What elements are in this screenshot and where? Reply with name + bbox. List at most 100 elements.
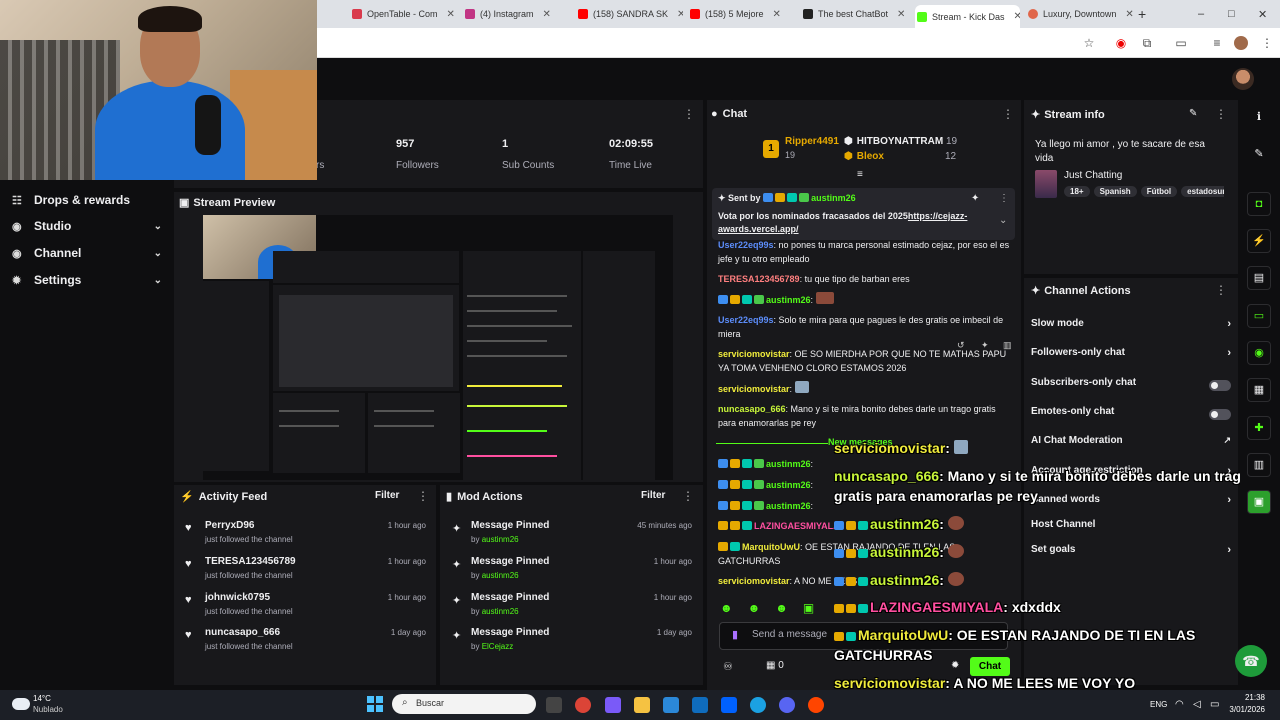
mod-user[interactable]: austinm26 — [482, 571, 519, 580]
close-icon[interactable]: ✕ — [543, 9, 551, 20]
chat-username[interactable]: serviciomovistar — [718, 349, 790, 359]
document-icon[interactable]: ▤ — [1247, 266, 1271, 290]
copilot-icon[interactable] — [605, 697, 621, 713]
follower-name[interactable]: johnwick0795 — [205, 592, 270, 603]
mod-user[interactable]: austinm26 — [482, 535, 519, 544]
broadcast-icon[interactable]: ◉ — [1247, 341, 1271, 365]
more-options-icon[interactable]: ⋮ — [1215, 107, 1227, 121]
cast-icon[interactable]: ▭ — [1174, 36, 1188, 50]
clock-time[interactable]: 21:38 — [1229, 693, 1265, 702]
edge-icon[interactable] — [750, 697, 766, 713]
language-indicator[interactable]: ENG — [1150, 700, 1167, 709]
emotes-only-action[interactable]: Emotes-only chat — [1031, 406, 1231, 422]
mic-icon[interactable]: ▮ — [732, 628, 738, 641]
tab-instagram[interactable]: (4) Instagram ✕ — [465, 5, 570, 23]
more-options-icon[interactable]: ⋮ — [417, 489, 429, 503]
emote-shortcuts[interactable]: ☻☻☻▣ — [720, 601, 829, 615]
edit-icon[interactable]: ✎ — [1189, 108, 1197, 119]
followers-only-action[interactable]: Followers-only chat › — [1031, 347, 1231, 363]
clock-date[interactable]: 3/01/2026 — [1225, 705, 1265, 714]
close-icon[interactable]: ✕ — [677, 9, 683, 20]
outlook-icon[interactable] — [692, 697, 708, 713]
tab-youtube-2[interactable]: (158) 5 Mejore ✕ — [690, 5, 795, 23]
tag[interactable]: estadosun — [1181, 186, 1224, 197]
chevron-down-icon[interactable]: ⌄ — [999, 215, 1007, 226]
dropbox-icon[interactable] — [721, 697, 737, 713]
tab-youtube-1[interactable]: (158) SANDRA SK ✕ — [578, 5, 683, 23]
more-options-icon[interactable]: ⋮ — [682, 489, 694, 503]
edit-icon[interactable]: ✎ — [1247, 143, 1271, 167]
more-options-icon[interactable]: ⋮ — [999, 193, 1009, 204]
points-icon[interactable]: ♾ — [723, 660, 733, 673]
chat-username[interactable]: austinm26 — [766, 480, 811, 490]
minimize-button[interactable]: – — [1198, 5, 1210, 23]
brave-icon[interactable] — [808, 697, 824, 713]
chat-username[interactable]: nuncasapo_666 — [718, 404, 786, 414]
unpin-icon[interactable]: ✦ — [971, 193, 979, 204]
more-options-icon[interactable]: ⋮ — [1002, 107, 1014, 121]
volume-icon[interactable]: ◁ — [1193, 699, 1201, 710]
more-options-icon[interactable]: ⋮ — [683, 107, 695, 121]
third-gifter[interactable]: ⬢ Bleox 12 — [844, 151, 956, 162]
sidebar-item-drops[interactable]: ☷ Drops & rewards — [12, 190, 162, 210]
follower-name[interactable]: PerryxD96 — [205, 520, 254, 531]
pinned-user[interactable]: austinm26 — [811, 193, 856, 203]
file-explorer-icon[interactable] — [634, 697, 650, 713]
opera-icon[interactable]: ◉ — [1114, 36, 1128, 50]
maximize-button[interactable]: □ — [1228, 5, 1240, 23]
wrench-icon[interactable]: ✚ — [1247, 416, 1271, 440]
chat-username[interactable]: austinm26 — [766, 501, 811, 511]
camera-icon[interactable]: ◘ — [1247, 192, 1271, 216]
store-icon[interactable] — [663, 697, 679, 713]
mod-user[interactable]: ElCejazz — [482, 642, 514, 651]
stream-preview-video[interactable] — [203, 215, 673, 480]
close-window-button[interactable]: ✕ — [1258, 5, 1270, 23]
sidebar-item-settings[interactable]: ✹ Settings ⌄ — [12, 270, 162, 290]
follower-name[interactable]: nuncasapo_666 — [205, 627, 280, 638]
more-options-icon[interactable]: ⋮ — [1215, 283, 1227, 297]
taskbar-search[interactable] — [392, 694, 536, 714]
slow-mode-action[interactable]: Slow mode › — [1031, 318, 1231, 334]
collapse-icon[interactable]: ≡ — [857, 169, 863, 180]
tag[interactable]: 18+ — [1064, 186, 1090, 197]
menu-icon[interactable]: ⋮ — [1260, 36, 1274, 50]
chat-username[interactable]: User22eq99s — [718, 240, 774, 250]
tag[interactable]: Spanish — [1093, 186, 1137, 197]
support-button[interactable]: ☎ — [1235, 645, 1267, 677]
avatar[interactable] — [1232, 68, 1254, 90]
task-view-icon[interactable] — [546, 697, 562, 713]
new-tab-button[interactable]: + — [1138, 5, 1152, 23]
discord-icon[interactable] — [779, 697, 795, 713]
chat-username[interactable]: TERESA123456789 — [718, 274, 800, 284]
mod-user[interactable]: austinm26 — [482, 607, 519, 616]
bolt-icon[interactable]: ⚡ — [1247, 229, 1271, 253]
second-gifter[interactable]: ⬢ HITBOYNATTRAM 19 — [844, 136, 957, 147]
layout-icon[interactable]: ▦ — [1247, 378, 1271, 402]
subscribers-only-toggle[interactable] — [1209, 380, 1231, 391]
chat-username[interactable]: MarquitoUwU — [742, 542, 800, 552]
sidebar-item-channel[interactable]: ◉ Channel ⌄ — [12, 243, 162, 263]
extensions-icon[interactable]: ⧉ — [1140, 36, 1154, 50]
tab-opentable[interactable]: OpenTable - Com ✕ — [352, 5, 460, 23]
tab-luxury[interactable]: Luxury, Downtown ✕ — [1028, 5, 1136, 23]
chat-username[interactable]: User22eq99s — [718, 315, 774, 325]
chat-username[interactable]: LAZINGAESMIYALA — [754, 521, 840, 531]
apps-icon[interactable]: ▣ — [1247, 490, 1271, 514]
chat-username[interactable]: serviciomovistar — [718, 384, 790, 394]
chat-username[interactable]: austinm26 — [766, 459, 811, 469]
chat-username[interactable]: austinm26 — [766, 295, 811, 305]
close-icon[interactable]: ✕ — [447, 9, 455, 20]
info-icon[interactable]: ℹ — [1247, 106, 1271, 130]
subscribers-only-action[interactable]: Subscribers-only chat — [1031, 377, 1231, 393]
activity-filter-button[interactable]: Filter — [375, 490, 399, 501]
close-icon[interactable]: ✕ — [1125, 9, 1133, 20]
wifi-icon[interactable]: ◠ — [1175, 699, 1184, 710]
battery-icon[interactable]: ▭ — [1210, 699, 1219, 710]
chart-icon[interactable]: ▥ — [1247, 453, 1271, 477]
profile-icon[interactable] — [1234, 36, 1248, 50]
close-icon[interactable]: ✕ — [897, 9, 905, 20]
sidebar-item-studio[interactable]: ◉ Studio ⌄ — [12, 216, 162, 236]
top-gifter-name[interactable]: Ripper4491 — [785, 136, 839, 147]
star-icon[interactable]: ☆ — [1082, 36, 1096, 50]
media-icon[interactable]: ≡ — [1210, 36, 1224, 50]
